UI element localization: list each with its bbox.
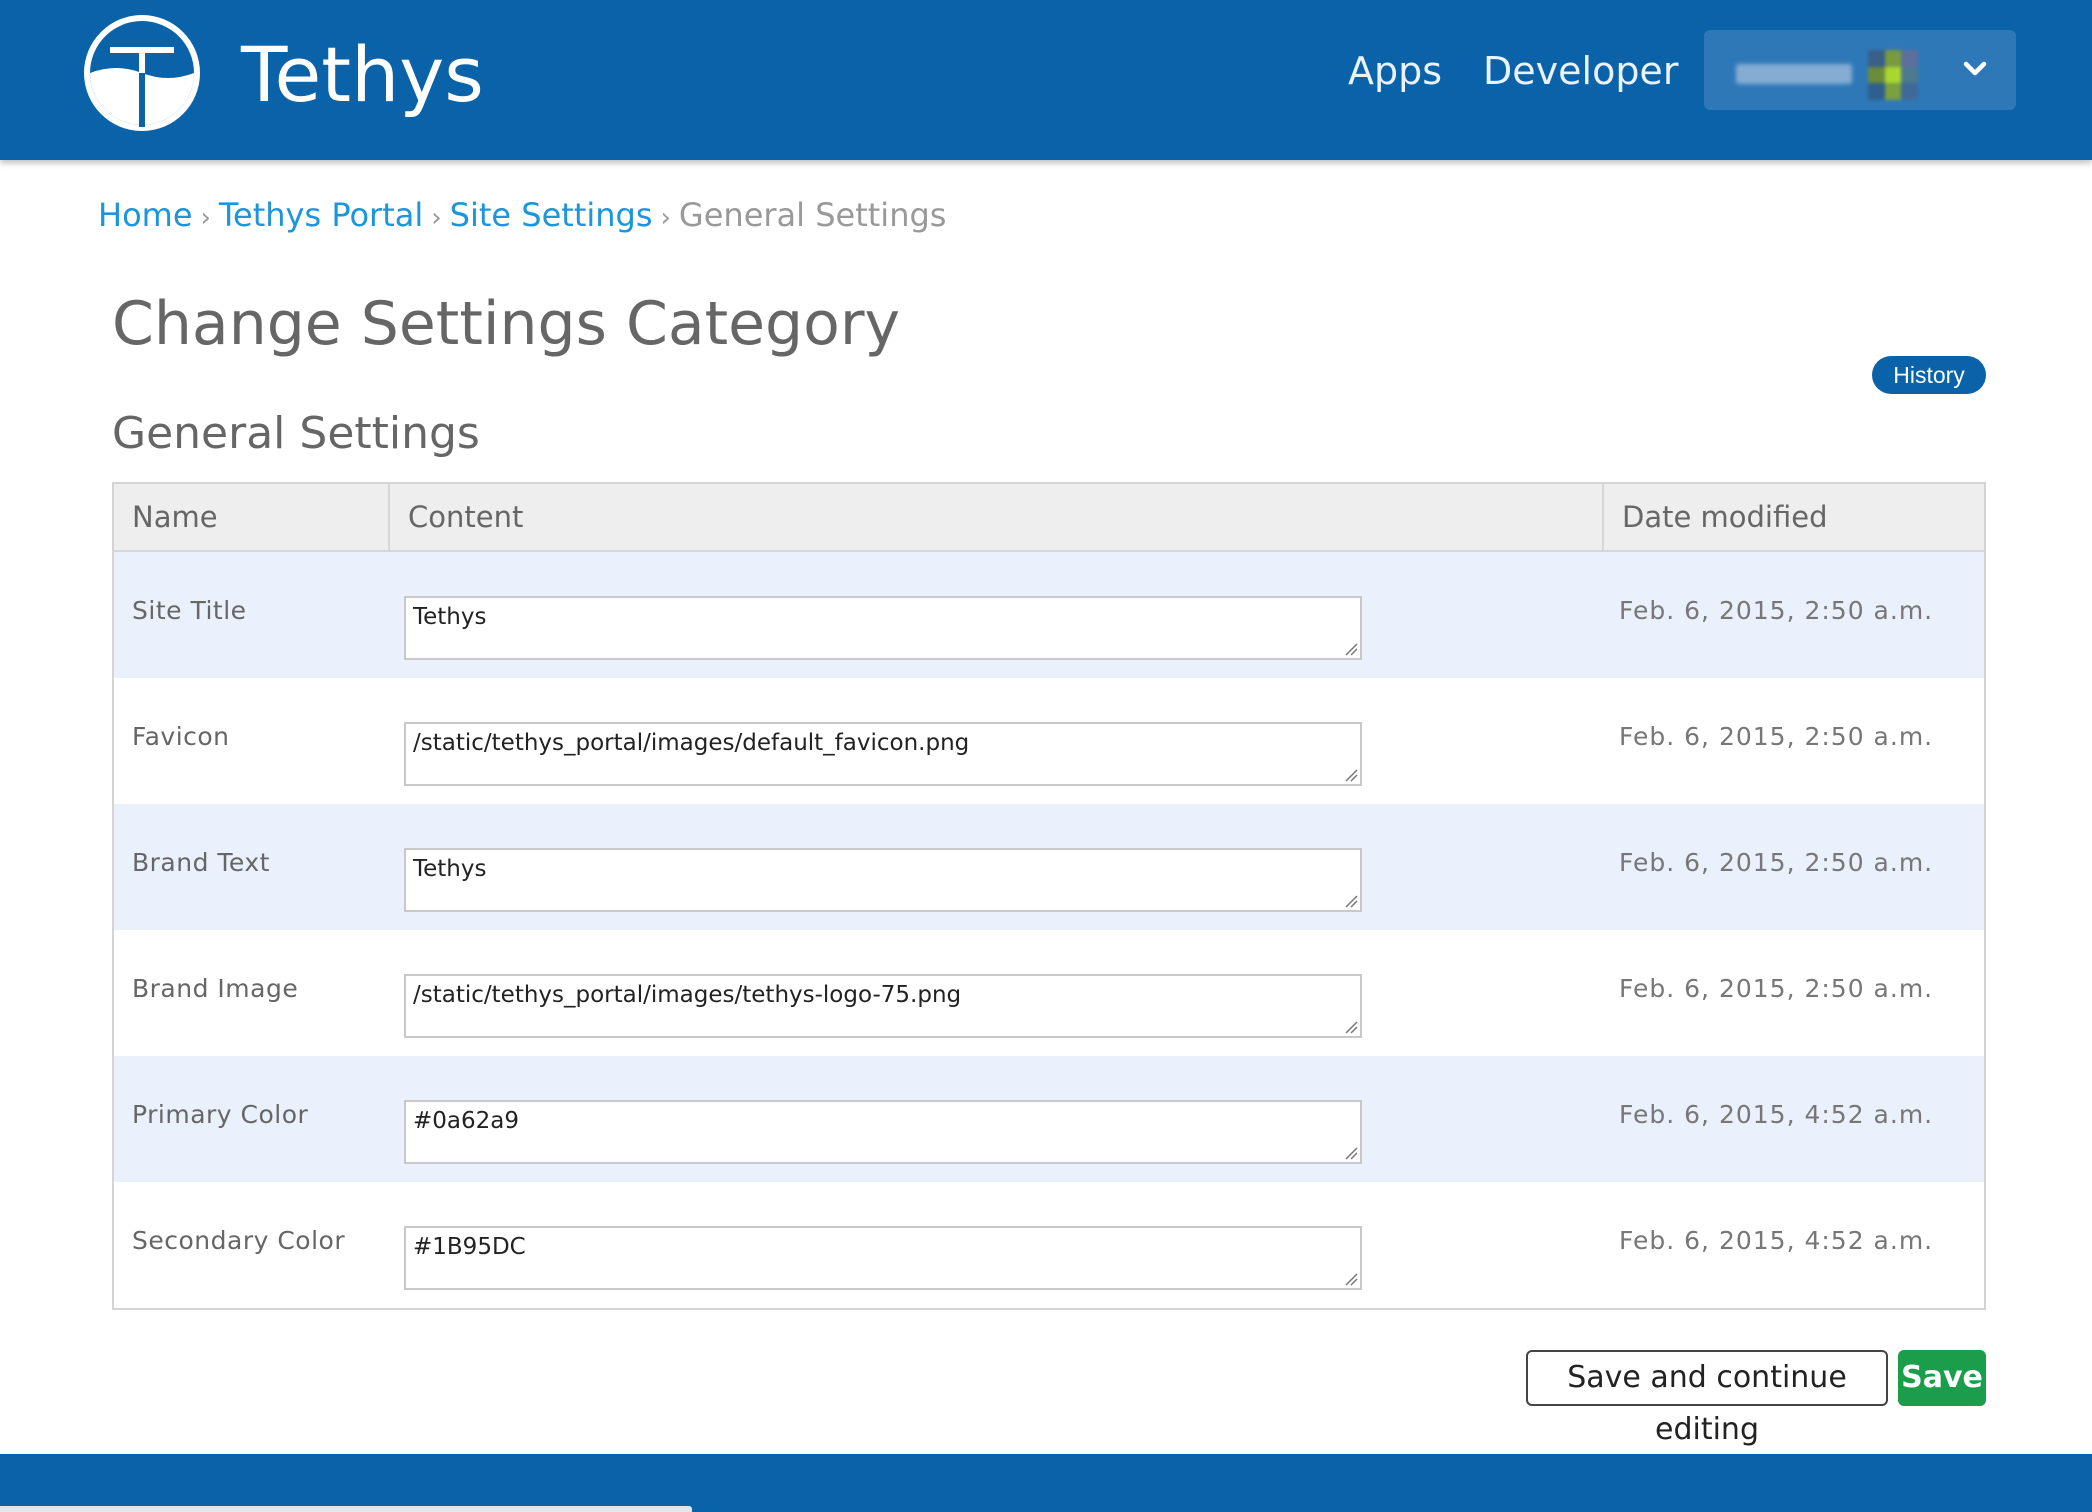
setting-value-text: Tethys bbox=[413, 604, 487, 630]
setting-value-text: /static/tethys_portal/images/tethys-logo… bbox=[413, 982, 962, 1008]
setting-date-modified: Feb. 6, 2015, 4:52 a.m. bbox=[1619, 1226, 1934, 1255]
setting-date-modified: Feb. 6, 2015, 2:50 a.m. bbox=[1619, 974, 1934, 1003]
avatar-pixel bbox=[1901, 83, 1918, 100]
nav-link-apps[interactable]: Apps bbox=[1348, 46, 1442, 96]
chevron-down-icon bbox=[1963, 61, 1987, 76]
setting-value-text: #1B95DC bbox=[413, 1234, 526, 1260]
resize-handle-icon[interactable] bbox=[1344, 642, 1358, 656]
avatar-pixel bbox=[1884, 50, 1902, 67]
setting-value-field[interactable]: #1B95DC bbox=[404, 1226, 1362, 1290]
resize-handle-icon[interactable] bbox=[1344, 1272, 1358, 1286]
breadcrumb-separator: › bbox=[660, 203, 671, 233]
setting-date-modified: Feb. 6, 2015, 2:50 a.m. bbox=[1619, 848, 1934, 877]
resize-handle-icon[interactable] bbox=[1344, 1020, 1358, 1034]
table-row: Primary Color #0a62a9 Feb. 6, 2015, 4:52… bbox=[114, 1056, 1984, 1182]
table-row: Secondary Color #1B95DC Feb. 6, 2015, 4:… bbox=[114, 1182, 1984, 1308]
table-row: Favicon /static/tethys_portal/images/def… bbox=[114, 678, 1984, 804]
setting-value-field[interactable]: /static/tethys_portal/images/tethys-logo… bbox=[404, 974, 1362, 1038]
user-name-redacted bbox=[1736, 64, 1852, 84]
breadcrumb: Home › Tethys Portal › Site Settings › General… bbox=[98, 192, 946, 241]
resize-handle-icon[interactable] bbox=[1344, 1146, 1358, 1160]
breadcrumb-link-home[interactable]: Home bbox=[98, 196, 193, 234]
table-header: Name Content Date modified bbox=[114, 484, 1984, 552]
breadcrumb-current: General Settings bbox=[678, 196, 947, 234]
horizontal-scrollbar[interactable] bbox=[0, 1506, 692, 1512]
setting-date-modified: Feb. 6, 2015, 4:52 a.m. bbox=[1619, 1100, 1934, 1129]
setting-value-field[interactable]: Tethys bbox=[404, 848, 1362, 912]
setting-name: Site Title bbox=[132, 596, 247, 625]
setting-value-field[interactable]: Tethys bbox=[404, 596, 1362, 660]
section-title: General Settings bbox=[112, 408, 480, 459]
avatar-pixel bbox=[1868, 50, 1885, 67]
breadcrumb-separator: › bbox=[200, 203, 211, 233]
breadcrumb-separator: › bbox=[431, 203, 442, 233]
setting-name: Favicon bbox=[132, 722, 230, 751]
setting-date-modified: Feb. 6, 2015, 2:50 a.m. bbox=[1619, 722, 1934, 751]
user-menu-dropdown[interactable] bbox=[1704, 30, 2016, 110]
setting-value-text: /static/tethys_portal/images/default_fav… bbox=[413, 730, 970, 756]
avatar bbox=[1868, 50, 1918, 100]
breadcrumb-link-tethys-portal[interactable]: Tethys Portal bbox=[219, 196, 423, 234]
avatar-pixel bbox=[1868, 83, 1885, 100]
footer-bar bbox=[0, 1454, 2092, 1512]
column-header-content: Content bbox=[390, 484, 1604, 550]
table-row: Brand Text Tethys Feb. 6, 2015, 2:50 a.m… bbox=[114, 804, 1984, 930]
setting-value-field[interactable]: #0a62a9 bbox=[404, 1100, 1362, 1164]
history-button[interactable]: History bbox=[1872, 356, 1986, 394]
setting-date-modified: Feb. 6, 2015, 2:50 a.m. bbox=[1619, 596, 1934, 625]
resize-handle-icon[interactable] bbox=[1344, 768, 1358, 782]
column-header-date-modified: Date modified bbox=[1622, 500, 1828, 534]
setting-name: Brand Text bbox=[132, 848, 270, 877]
brand-text[interactable]: Tethys bbox=[241, 30, 484, 120]
resize-handle-icon[interactable] bbox=[1344, 894, 1358, 908]
avatar-pixel bbox=[1884, 83, 1902, 100]
tethys-logo-icon[interactable] bbox=[80, 11, 204, 135]
avatar-pixel bbox=[1884, 66, 1902, 84]
settings-table: Name Content Date modified Site Title Te… bbox=[112, 482, 1986, 1310]
avatar-pixel bbox=[1901, 50, 1918, 67]
breadcrumb-link-site-settings[interactable]: Site Settings bbox=[450, 196, 653, 234]
column-header-name: Name bbox=[114, 484, 390, 550]
setting-value-text: Tethys bbox=[413, 856, 487, 882]
setting-name: Brand Image bbox=[132, 974, 299, 1003]
setting-name: Primary Color bbox=[132, 1100, 309, 1129]
avatar-pixel bbox=[1868, 66, 1885, 84]
setting-value-field[interactable]: /static/tethys_portal/images/default_fav… bbox=[404, 722, 1362, 786]
page-title: Change Settings Category bbox=[112, 289, 901, 359]
avatar-pixel bbox=[1901, 66, 1918, 84]
setting-name: Secondary Color bbox=[132, 1226, 346, 1255]
nav-link-developer[interactable]: Developer bbox=[1483, 46, 1678, 96]
save-button[interactable]: Save bbox=[1898, 1350, 1986, 1406]
save-and-continue-button[interactable]: Save and continue editing bbox=[1526, 1350, 1888, 1447]
table-row: Site Title Tethys Feb. 6, 2015, 2:50 a.m… bbox=[114, 552, 1984, 678]
top-navbar: Tethys Apps Developer bbox=[0, 0, 2092, 160]
table-row: Brand Image /static/tethys_portal/images… bbox=[114, 930, 1984, 1056]
setting-value-text: #0a62a9 bbox=[413, 1108, 519, 1134]
